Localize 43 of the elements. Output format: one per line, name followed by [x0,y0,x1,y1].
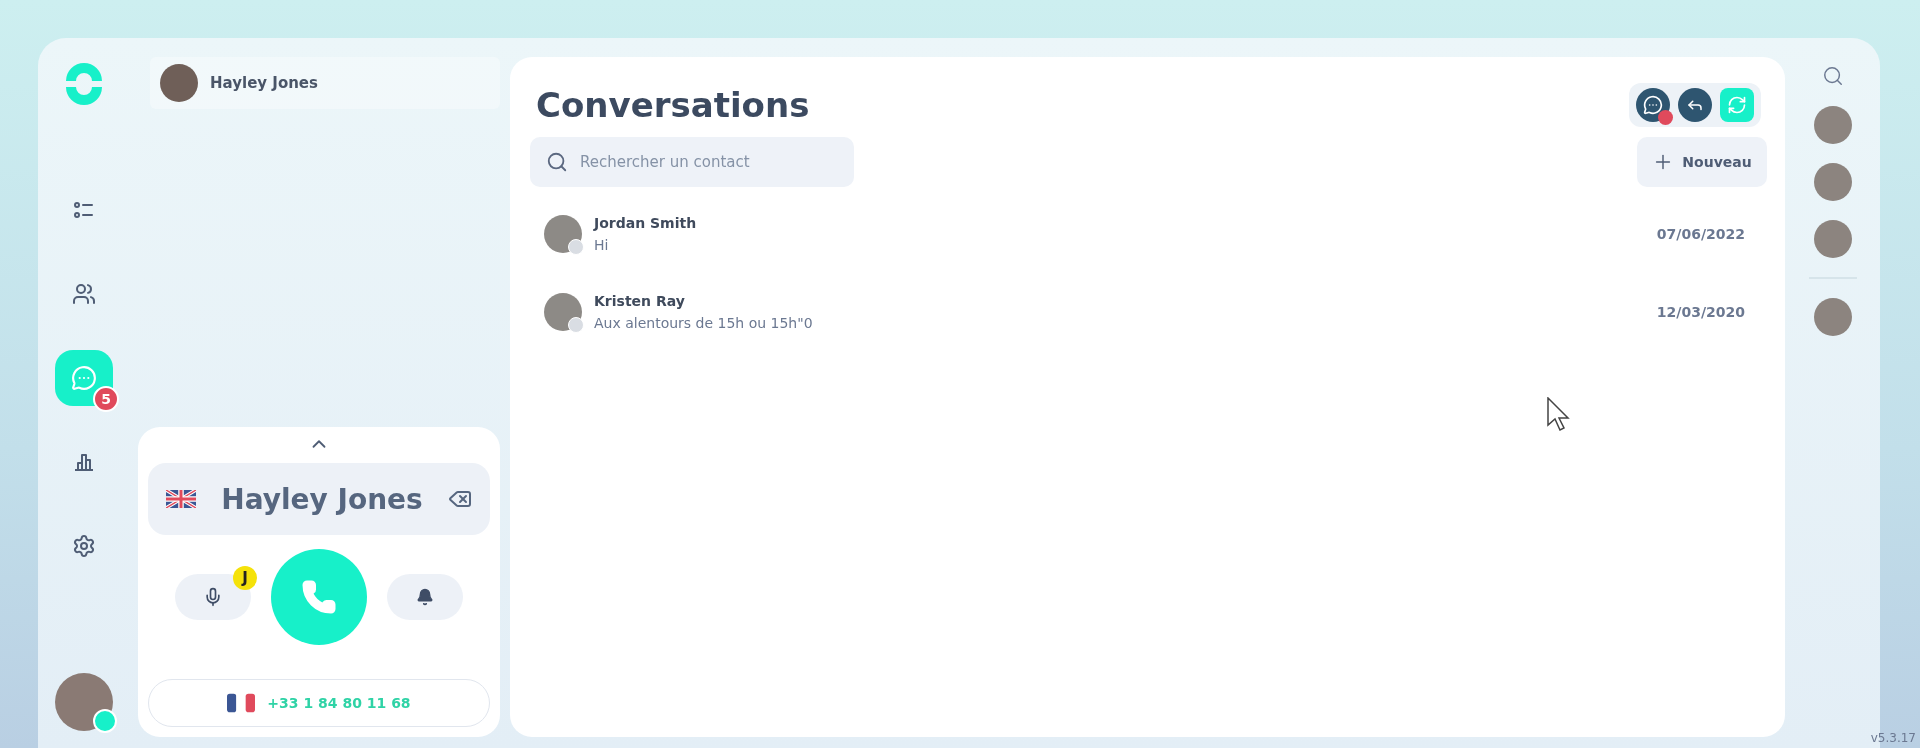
version-label: v5.3.17 [1870,731,1916,745]
settings-icon [72,534,96,558]
contact-avatar [544,293,582,331]
chat-bubble-icon [1643,95,1663,115]
message-date: 12/03/2020 [1656,304,1745,320]
caller-number: +33 1 84 80 11 68 [267,695,411,711]
phone-icon [301,579,337,615]
contact-avatar [160,64,198,102]
unread-count-badge: 5 [93,386,119,412]
message-date: 07/06/2022 [1656,226,1745,242]
contact-avatar[interactable] [1813,163,1852,201]
contact-avatar[interactable] [1813,298,1852,336]
message-preview: Aux alentours de 15h ou 15h"0 [594,315,814,331]
contact-avatar [544,215,582,253]
mic-badge: J [233,566,257,590]
microphone-icon [203,587,223,607]
toolbar-button[interactable] [1678,88,1712,122]
contact-name: Jordan Smith [594,215,698,231]
dialer-name: Hayley Jones [221,482,423,516]
contact-name: Kristen Ray [594,293,686,309]
users-icon [72,282,96,306]
contact-avatar[interactable] [1813,220,1852,258]
contact-name: Hayley Jones [210,74,318,92]
search-field[interactable]: Rechercher un contact [530,137,854,187]
conversation-row[interactable]: Kristen Ray Aux alentours de 15h ou 15h"0 12/03/2020 [530,281,1767,343]
nav-button[interactable] [55,350,113,406]
mouse-cursor-icon [1547,397,1571,431]
chat-bubble-icon [71,365,97,391]
new-button[interactable]: Nouveau [1637,137,1767,187]
dialer-name-field[interactable]: Hayley Jones [148,463,490,535]
sync-icon [1727,95,1747,115]
message-preview: Hi [594,237,610,253]
page-title: Conversations [536,85,810,125]
france-flag-icon [227,693,256,713]
search-icon[interactable] [1821,65,1844,87]
bell-icon [416,588,434,606]
uk-flag-icon [166,490,196,508]
toolbar-button[interactable] [1636,88,1670,122]
alert-dot [1658,110,1673,125]
conversation-row[interactable]: Jordan Smith Hi 07/06/2022 [530,203,1767,265]
contact-avatar[interactable] [1813,106,1852,144]
bell-button[interactable] [387,574,463,620]
search-icon [546,151,568,173]
